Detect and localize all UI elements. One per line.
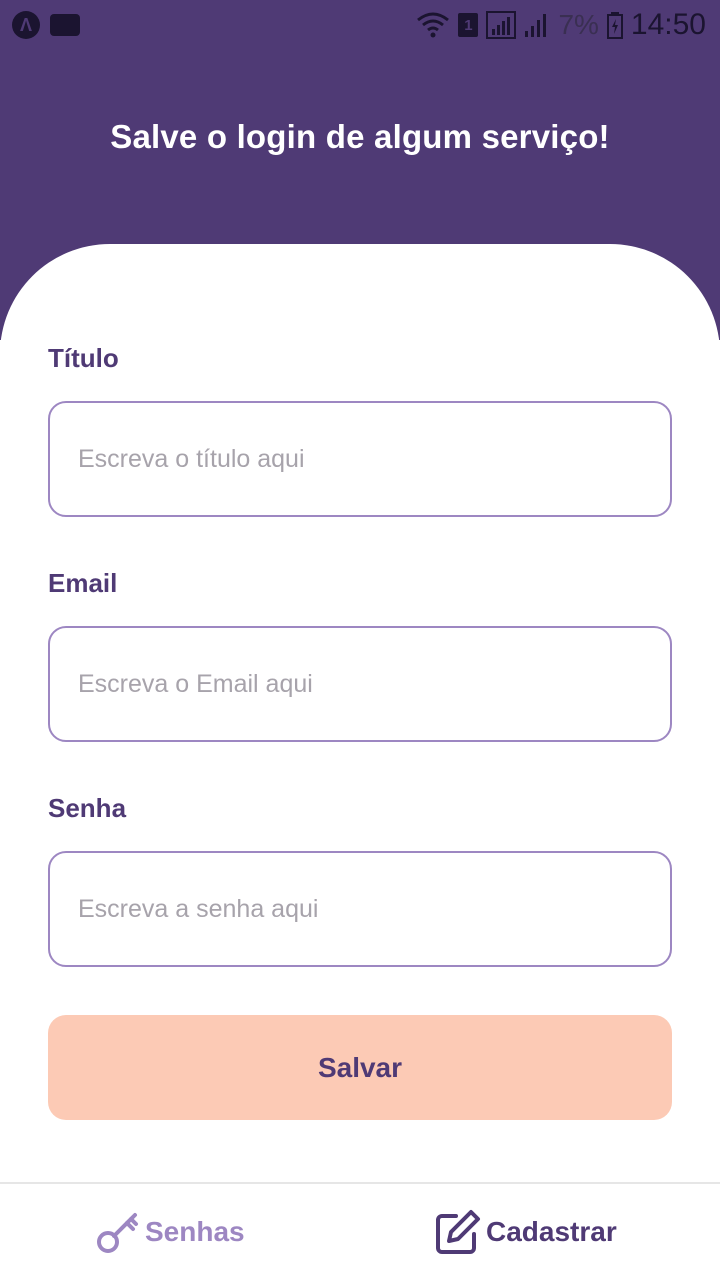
clock: 14:50 (630, 8, 706, 41)
tab-cadastrar-label: Cadastrar (486, 1216, 617, 1247)
edit-icon (436, 1210, 480, 1254)
status-right: 1 7% 14:50 (416, 8, 706, 42)
signal-icon-2 (525, 14, 547, 37)
save-button[interactable]: Salvar (48, 1015, 672, 1120)
title-input[interactable] (48, 401, 672, 517)
title-label: Título (48, 343, 119, 373)
password-label: Senha (48, 793, 127, 823)
key-icon (97, 1213, 138, 1253)
tab-cadastrar[interactable]: Cadastrar (434, 1184, 617, 1280)
bottom-tab-bar: Senhas Cadastrar (0, 1182, 720, 1280)
page-title: Salve o login de algum serviço! (110, 118, 610, 155)
app-notification-icon: Λ (12, 11, 40, 39)
password-input[interactable] (48, 851, 672, 967)
sim-slot-badge: 1 (458, 13, 479, 37)
battery-icon (606, 12, 623, 39)
email-input[interactable] (48, 626, 672, 742)
email-label: Email (48, 568, 118, 598)
status-bar: Λ 1 7% 14:50 (0, 0, 720, 50)
voicemail-icon (50, 14, 80, 36)
tab-senhas-label: Senhas (145, 1216, 245, 1247)
tab-senhas[interactable]: Senhas (95, 1184, 245, 1280)
status-left: Λ (12, 11, 80, 39)
signal-icon (486, 11, 517, 39)
battery-percent: 7% (558, 9, 599, 40)
wifi-icon (417, 12, 450, 38)
